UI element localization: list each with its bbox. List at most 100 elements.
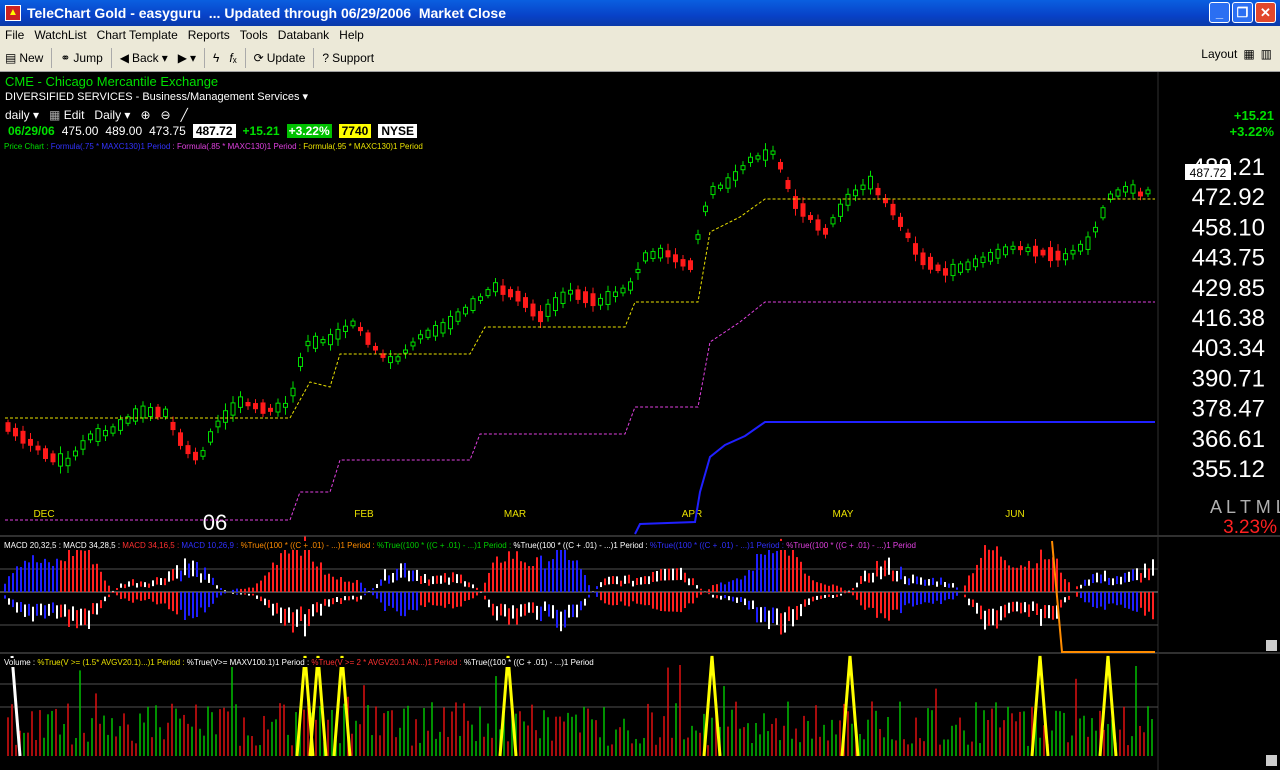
candle [230,402,236,416]
candle [245,402,251,407]
candle [358,326,363,332]
candle [620,287,626,294]
candle [598,297,603,306]
close-button[interactable]: ✕ [1255,2,1276,23]
candle [410,341,416,347]
month-label: FEB [354,509,374,520]
menu-databank[interactable]: Databank [273,28,334,42]
candle [313,335,318,349]
candle [178,432,183,446]
minimize-button[interactable]: _ [1209,2,1230,23]
question-icon: ? [322,50,330,65]
candle [43,448,48,459]
menu-file[interactable]: File [0,28,29,42]
month-label: MAR [504,509,526,520]
candle [80,440,86,450]
candle [890,203,896,216]
candle [665,250,671,258]
candle [343,325,348,332]
price-axis-label: 390.71 [1192,365,1265,392]
candle [185,445,191,455]
candle [995,248,1001,259]
candle [508,289,513,298]
candle [328,334,333,346]
update-button[interactable]: ⟳ Update [249,47,311,69]
candle [958,263,963,273]
candle [58,453,63,467]
candle [440,322,446,334]
candle [1100,207,1106,219]
candle [560,291,566,304]
candle [208,431,213,443]
formula-button[interactable]: fₓ [224,47,241,69]
month-label: APR [682,509,703,520]
month-label: MAY [833,509,854,520]
window-title: TeleChart Gold - easyguru ... Updated th… [27,5,506,21]
app-icon: ▲ [5,5,21,21]
candle [268,407,273,412]
window-controls: _ ❐ ✕ [1209,2,1276,23]
candle [298,357,303,367]
candle [838,203,843,217]
chart-area[interactable]: CME - Chicago Mercantile Exchange DIVERS… [0,72,1280,770]
candle [748,156,753,163]
candle [695,234,701,240]
candle [388,356,393,364]
candle [920,252,926,266]
candle [20,430,26,444]
menu-chart-template[interactable]: Chart Template [92,28,183,42]
scroll-up-button [1266,640,1277,651]
year-label: 06 [203,510,227,535]
support-button[interactable]: ? Support [317,47,379,69]
macd-legend: MACD 20,32,5 : MACD 34,28,5 : MACD 34,16… [4,541,916,550]
candle [755,155,761,160]
candle [545,303,551,317]
candle [988,251,993,262]
candle [950,263,956,277]
legend-item: %True(V >= 2 * AVGV20.1 AN...)1 Period : [311,658,464,667]
legend-item: %True((100 * ((C + .01) - ...)1 Period [786,541,916,550]
back-arrow-icon: ◀ [119,50,129,65]
volume-spike-signal [308,655,328,757]
price-axis-label: 472.92 [1192,184,1265,211]
formula-85-line [5,301,1155,521]
formula-icon: fₓ [229,50,237,65]
lightning-button[interactable]: ϟ [208,47,224,69]
forward-button[interactable]: ▶ ▾ [173,47,201,69]
new-label: New [19,50,44,65]
toolbar-separator [110,47,112,68]
new-button[interactable]: ▤ New [0,47,48,69]
candle [478,296,483,301]
jump-button[interactable]: ⚭ Jump [55,47,107,69]
price-axis-label: 443.75 [1192,245,1265,272]
legend-item: %True((100 * ((C + .01) - ...)1 Period : [376,541,514,550]
current-price-label: 487.72 [1190,166,1227,180]
candle [1048,247,1053,262]
candle [763,149,768,161]
menu-watchlist[interactable]: WatchList [29,28,91,42]
menu-tools[interactable]: Tools [235,28,273,42]
volume-legend: Volume : %True(V >= (1.5* AVGV20.1)...)1… [4,658,594,667]
candle [688,260,693,270]
candle [373,345,378,351]
menu-bar: File WatchList Chart Template Reports To… [0,26,1280,44]
candle [875,187,881,196]
toolbar-separator [203,47,205,68]
candle [305,340,311,347]
legend-item: Volume : [4,658,38,667]
binoculars-icon: ⚭ [60,50,71,65]
candle [1078,243,1083,252]
candle [898,216,903,227]
candle [73,450,78,457]
scroll-down-button [1266,755,1277,766]
candle [433,325,438,337]
start: 9 [1163,652,1172,669]
maximize-button[interactable]: ❐ [1232,2,1253,23]
back-button[interactable]: ◀ Back ▾ [115,47,173,69]
price-axis-label: 416.38 [1192,305,1265,332]
candle [1138,191,1143,197]
menu-reports[interactable]: Reports [183,28,235,42]
menu-help[interactable]: Help [334,28,369,42]
candle [1123,185,1128,193]
layout-control[interactable]: Layout ▦ ▥ [1201,47,1272,61]
